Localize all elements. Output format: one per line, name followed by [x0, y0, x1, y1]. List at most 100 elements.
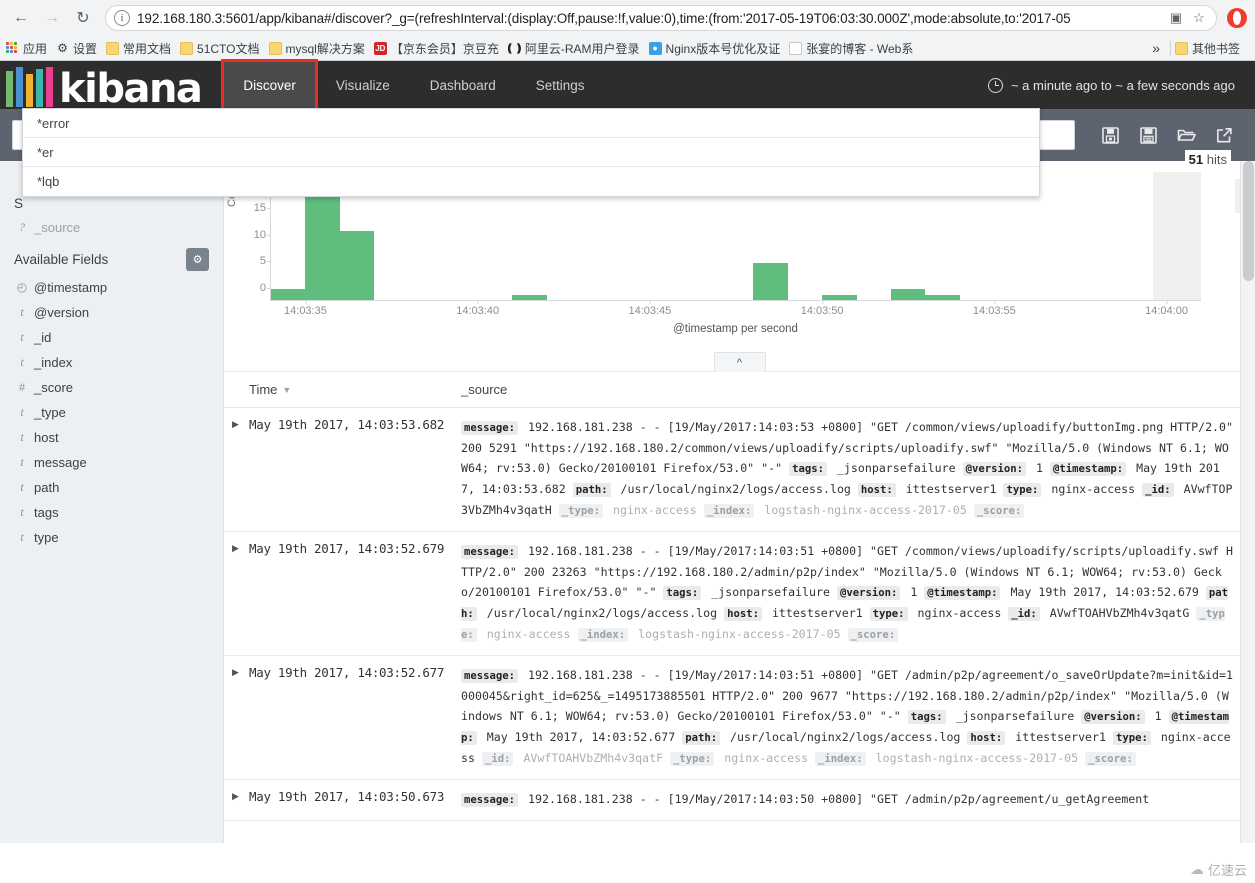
hits-count: 51 hits — [1184, 150, 1231, 169]
site-info-icon[interactable]: i — [114, 10, 130, 26]
bookmark-folder-51cto[interactable]: 51CTO文档 — [180, 40, 260, 57]
folder-icon — [1174, 41, 1188, 55]
documents-table: Time ▼ _source ▶ May 19th 2017, 14:03:53.… — [224, 371, 1255, 821]
bookmark-other-bookmarks[interactable]: 其他书签 — [1174, 40, 1240, 57]
tab-dashboard[interactable]: Dashboard — [410, 61, 516, 109]
field-key: host: — [967, 731, 1006, 745]
omnibox[interactable]: i 192.168.180.3:5601/app/kibana#/discove… — [105, 5, 1217, 31]
available-fields-header: Available Fields ⚙ — [0, 240, 223, 275]
field-value: May 19th 2017, 14:03:52.677 — [479, 730, 683, 744]
field-key: @version: — [836, 586, 901, 600]
chart-bar[interactable] — [925, 294, 960, 300]
browser-chrome: ← → ↻ i 192.168.180.3:5601/app/kibana#/d… — [0, 0, 1255, 61]
table-row[interactable]: ▶ May 19th 2017, 14:03:50.673 message: 192… — [224, 780, 1255, 821]
caret-right-icon[interactable]: ▶ — [224, 789, 249, 810]
browser-profile-icon[interactable] — [1227, 8, 1247, 28]
bookmark-apps[interactable]: 应用 — [6, 40, 47, 57]
table-row[interactable]: ▶ May 19th 2017, 14:03:53.682 message: 192… — [224, 408, 1255, 532]
autocomplete-item[interactable]: *error — [23, 109, 1039, 138]
field-key: _index: — [703, 504, 755, 518]
scrollbar-thumb[interactable] — [1243, 161, 1254, 281]
field-key: _index: — [815, 752, 866, 766]
table-row[interactable]: ▶ May 19th 2017, 14:03:52.677 message: 192… — [224, 656, 1255, 780]
bookmark-star-icon[interactable]: ☆ — [1190, 9, 1208, 27]
autocomplete-item[interactable]: *lqb — [23, 167, 1039, 196]
field-value: /usr/local/nginx2/logs/access.log — [613, 482, 858, 496]
row-timestamp: May 19th 2017, 14:03:52.679 — [249, 541, 445, 556]
column-label: Time — [249, 382, 278, 397]
bookmarks-bar: 应用 ⚙ 设置 常用文档 51CTO文档 mysql解决方案 JD 【京东会员】… — [0, 36, 1255, 60]
reload-icon[interactable]: ↻ — [70, 5, 96, 31]
autocomplete-item[interactable]: *er — [23, 138, 1039, 167]
column-header-source[interactable]: _source — [461, 382, 507, 397]
field-value: logstash-nginx-access-2017-05 — [631, 627, 848, 641]
bookmark-folder-common-docs[interactable]: 常用文档 — [106, 40, 171, 57]
chart-bar[interactable] — [512, 294, 547, 300]
bookmark-nginx[interactable]: ● Nginx版本号优化及证 — [648, 40, 780, 57]
gear-icon[interactable]: ⚙ — [186, 248, 209, 271]
tab-settings[interactable]: Settings — [516, 61, 605, 109]
sidebar-field-index[interactable]: t _index — [0, 350, 223, 375]
bookmark-jd[interactable]: JD 【京东会员】京豆充 — [373, 40, 499, 57]
sidebar-field-host[interactable]: t host — [0, 425, 223, 450]
time-picker[interactable]: ~ a minute ago to ~ a few seconds ago — [987, 77, 1255, 93]
table-header-row: Time ▼ _source — [224, 372, 1255, 408]
field-key: _type: — [670, 752, 715, 766]
bookmark-label: 【京东会员】京豆充 — [390, 41, 499, 56]
sidebar-field-tags[interactable]: t tags — [0, 500, 223, 525]
apps-grid-icon — [6, 41, 19, 55]
bookmark-label: 其他书签 — [1191, 41, 1240, 56]
sidebar-field-timestamp[interactable]: ◴ @timestamp — [0, 275, 223, 300]
table-row[interactable]: ▶ May 19th 2017, 14:03:52.679 message: 192… — [224, 532, 1255, 656]
bookmark-settings[interactable]: ⚙ 设置 — [56, 40, 97, 57]
new-search-icon[interactable] — [1091, 118, 1129, 152]
caret-right-icon[interactable]: ▶ — [224, 417, 249, 521]
field-key: @version: — [1081, 710, 1145, 724]
sidebar-field-type[interactable]: t type — [0, 525, 223, 550]
back-arrow-icon[interactable]: ← — [8, 5, 34, 31]
sidebar-field-source[interactable]: ? _source — [0, 215, 223, 240]
caret-right-icon[interactable]: ▶ — [224, 665, 249, 769]
tab-visualize[interactable]: Visualize — [316, 61, 410, 109]
bookmark-label: 阿里云-RAM用户登录 — [524, 41, 640, 56]
chart-bar[interactable] — [339, 230, 375, 300]
share-search-icon[interactable] — [1205, 118, 1243, 152]
save-search-icon[interactable] — [1129, 118, 1167, 152]
bookmark-folder-mysql[interactable]: mysql解决方案 — [268, 40, 365, 57]
field-key: message: — [461, 793, 519, 807]
chevron-up-icon[interactable]: ^ — [713, 352, 766, 372]
column-header-time[interactable]: Time ▼ — [224, 382, 461, 397]
kibana-logo[interactable]: kibana — [0, 61, 203, 109]
tab-discover[interactable]: Discover — [221, 59, 318, 116]
row-source: message: 192.168.181.238 - - [19/May/201… — [461, 541, 1255, 645]
field-key: _score: — [847, 628, 899, 642]
bookmark-blog[interactable]: 张宴的博客 - Web系 — [789, 40, 913, 57]
sidebar-field-id[interactable]: t _id — [0, 325, 223, 350]
number-type-icon: # — [19, 380, 25, 394]
caret-down-icon[interactable]: ▼ — [282, 385, 291, 395]
field-key: _id: — [481, 752, 514, 766]
tab-label: Dashboard — [429, 77, 496, 93]
forward-arrow-icon[interactable]: → — [39, 5, 65, 31]
chart-bar[interactable] — [822, 294, 857, 300]
field-key: message: — [461, 421, 519, 435]
sidebar-field-path[interactable]: t path — [0, 475, 223, 500]
field-value: 1 — [903, 585, 925, 599]
vertical-scrollbar[interactable] — [1240, 161, 1255, 843]
field-value: logstash-nginx-access-2017-05 — [757, 503, 974, 517]
available-fields-label: Available Fields — [14, 252, 109, 267]
translate-icon[interactable]: ▣ — [1167, 9, 1185, 27]
field-sidebar: S ? _source Available Fields ⚙ ◴ @timesta… — [0, 161, 224, 843]
sidebar-field-version[interactable]: t @version — [0, 300, 223, 325]
chart-bar[interactable] — [890, 289, 926, 300]
field-name: path — [34, 480, 60, 495]
chart-bar[interactable] — [271, 289, 306, 300]
sidebar-field-type[interactable]: t _type — [0, 400, 223, 425]
bookmark-alicloud[interactable]: ❪❫ 阿里云-RAM用户登录 — [508, 40, 640, 57]
bookmarks-overflow-button[interactable]: » — [1146, 40, 1166, 56]
open-search-icon[interactable] — [1167, 118, 1205, 152]
chart-bar[interactable] — [753, 262, 788, 300]
sidebar-field-score[interactable]: # _score — [0, 375, 223, 400]
caret-right-icon[interactable]: ▶ — [224, 541, 249, 645]
sidebar-field-message[interactable]: t message — [0, 450, 223, 475]
